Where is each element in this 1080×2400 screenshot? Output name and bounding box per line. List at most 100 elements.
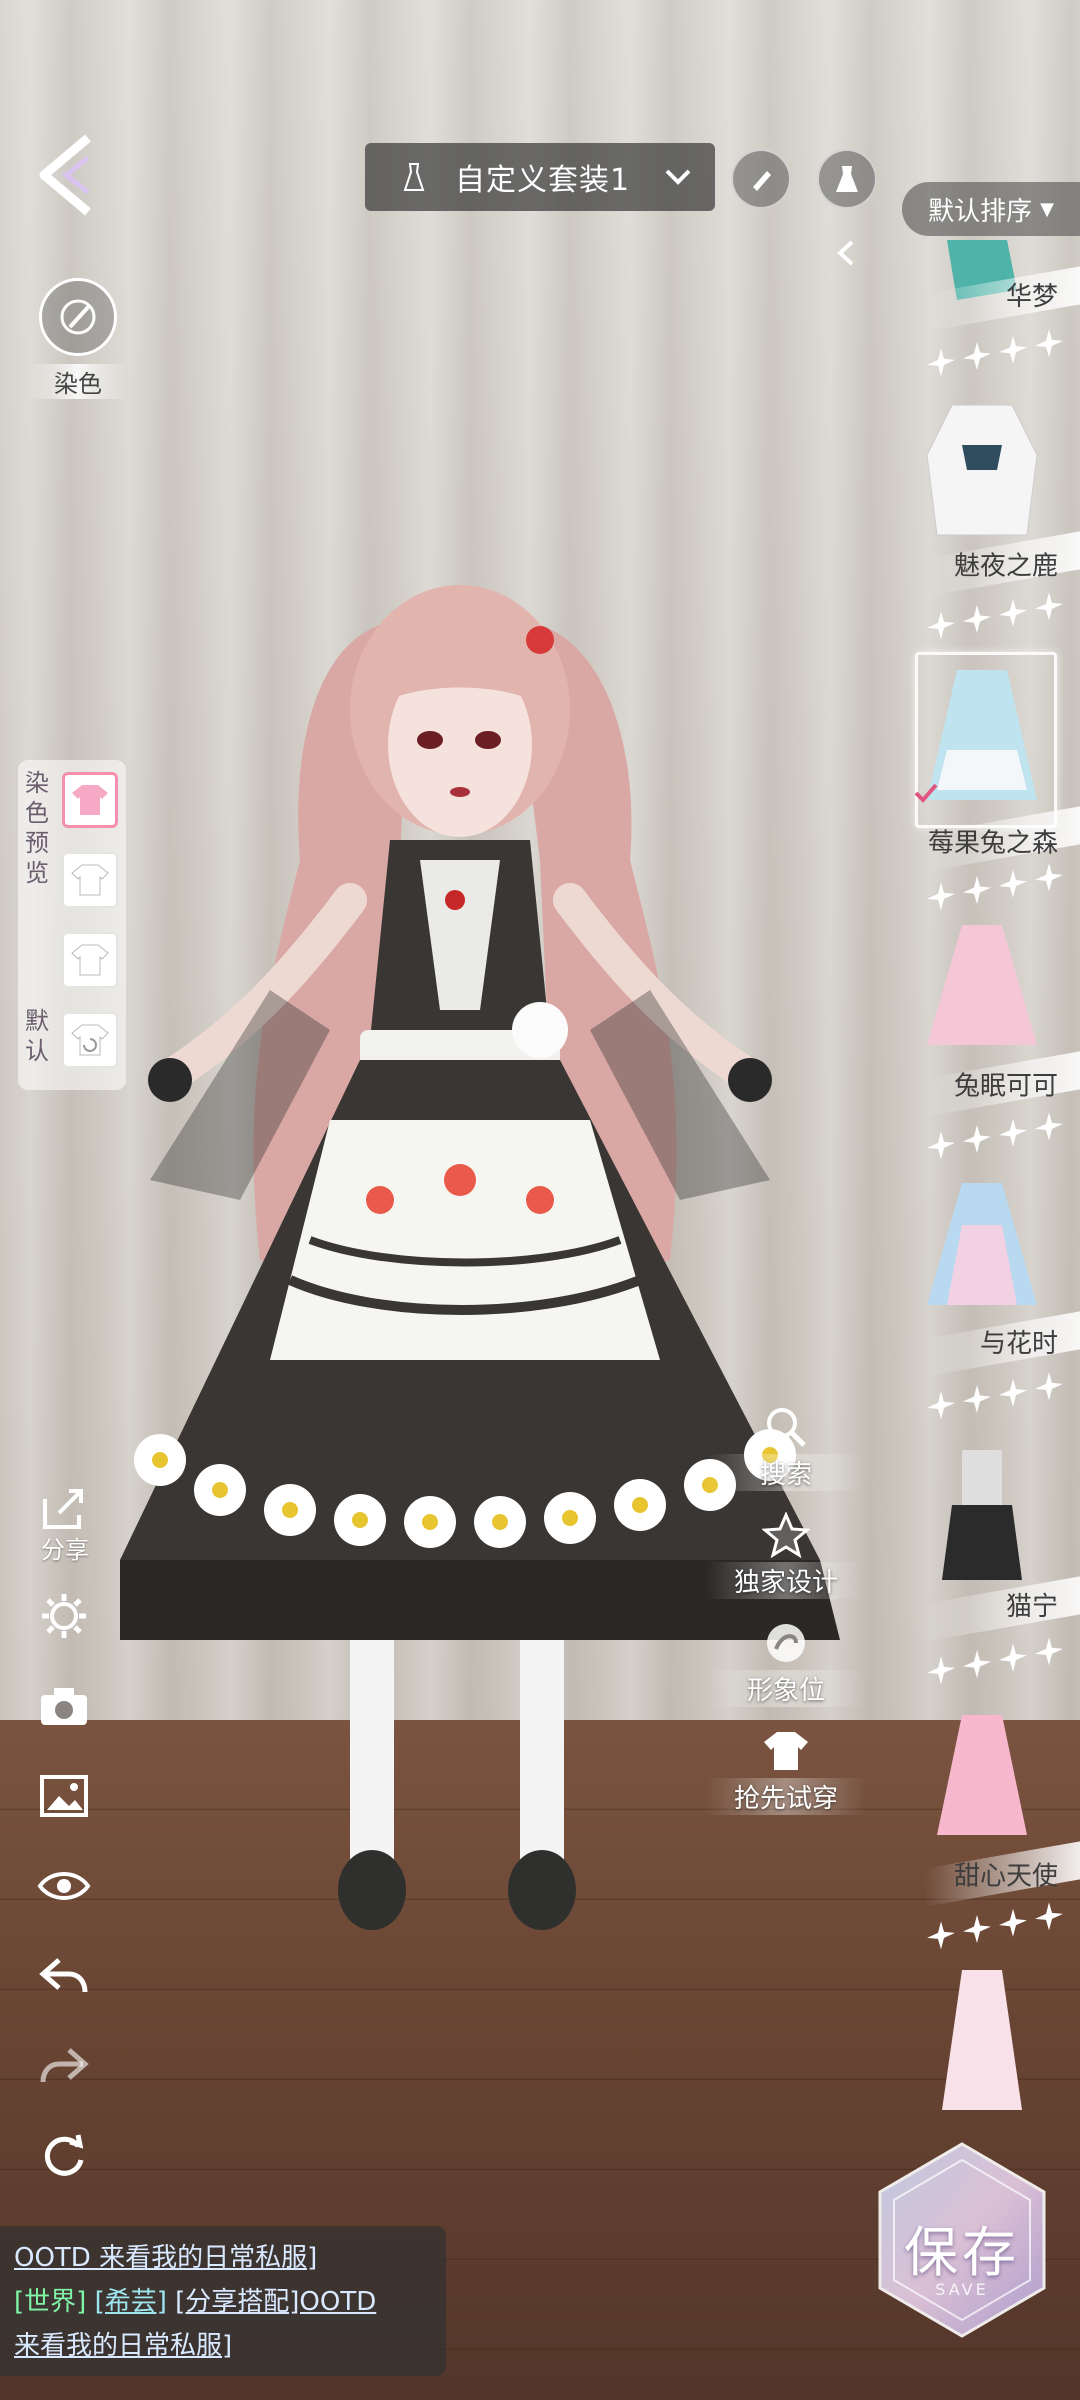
star-icon bbox=[999, 1118, 1027, 1147]
star-icon bbox=[999, 1378, 1027, 1407]
outfit-name: 自定义套装1 bbox=[455, 163, 631, 198]
shirt-icon bbox=[71, 864, 109, 896]
dress-icon bbox=[836, 166, 858, 192]
star-icon bbox=[927, 1656, 955, 1685]
star-icon bbox=[927, 1921, 955, 1950]
image-icon bbox=[40, 1775, 88, 1817]
undo-button[interactable] bbox=[34, 1946, 94, 2006]
swirl-icon bbox=[767, 1624, 805, 1662]
chat-line-1: OOTD 来看我的日常私服] bbox=[14, 2236, 432, 2280]
star-icon bbox=[999, 335, 1027, 364]
share-button[interactable] bbox=[34, 1478, 94, 1538]
settings-button[interactable] bbox=[34, 1586, 94, 1646]
star-icon bbox=[762, 1512, 810, 1558]
collapse-arrow-icon[interactable] bbox=[830, 236, 864, 270]
item-rarity-stars bbox=[925, 1106, 1075, 1168]
search-button[interactable]: 搜索 bbox=[706, 1400, 866, 1491]
edit-pen-button[interactable] bbox=[731, 149, 791, 209]
chat-box[interactable]: OOTD 来看我的日常私服] [世界] [希芸] [分享搭配]OOTD 来看我的… bbox=[0, 2226, 446, 2376]
item-rarity-stars bbox=[925, 586, 1075, 648]
redo-icon bbox=[40, 2048, 89, 2083]
back-arrow-icon[interactable] bbox=[30, 130, 110, 220]
item-card-5[interactable]: 与花时 bbox=[905, 1175, 1080, 1420]
outfit-selector[interactable]: 自定义套装1 bbox=[365, 143, 715, 211]
gear-icon bbox=[42, 1594, 86, 1638]
item-rarity-stars bbox=[925, 1896, 1075, 1958]
undo-icon bbox=[39, 1958, 88, 1993]
chat-share-link[interactable]: [分享搭配]OOTD bbox=[175, 2287, 376, 2317]
chat-username[interactable]: [希芸] bbox=[95, 2287, 167, 2317]
early-try-on-button[interactable]: 抢先试穿 bbox=[706, 1724, 866, 1815]
star-icon bbox=[963, 342, 991, 371]
wardrobe-button[interactable] bbox=[817, 149, 877, 209]
dye-reset-swatch[interactable] bbox=[62, 1012, 118, 1068]
item-thumbnail bbox=[937, 1715, 1027, 1835]
default-label: 默认 bbox=[25, 1007, 49, 1065]
star-icon bbox=[999, 1643, 1027, 1672]
redo-button[interactable] bbox=[34, 2036, 94, 2096]
shirt-icon bbox=[72, 785, 108, 815]
chat-line-2: [世界] [希芸] [分享搭配]OOTD bbox=[14, 2280, 432, 2324]
item-rarity-stars bbox=[925, 1366, 1075, 1428]
item-card-4[interactable]: 兔眠可可 bbox=[905, 915, 1080, 1160]
star-icon bbox=[963, 1915, 991, 1944]
chat-message-link[interactable]: OOTD 来看我的日常私服] bbox=[14, 2243, 317, 2273]
shirt-icon bbox=[71, 944, 109, 976]
search-icon bbox=[767, 1408, 806, 1447]
item-thumbnail bbox=[942, 1450, 1022, 1580]
item-thumbnail bbox=[927, 925, 1037, 1045]
gallery-button[interactable] bbox=[34, 1766, 94, 1826]
star-icon bbox=[999, 598, 1027, 627]
star-icon bbox=[1035, 1112, 1063, 1141]
star-icon bbox=[963, 605, 991, 634]
pen-icon bbox=[753, 171, 771, 191]
sort-dropdown[interactable]: 默认排序 ▼ bbox=[902, 182, 1080, 236]
dye-swatch-2[interactable] bbox=[62, 852, 118, 908]
star-icon bbox=[1035, 329, 1063, 358]
item-rarity-stars bbox=[925, 323, 1075, 385]
star-icon bbox=[963, 1650, 991, 1679]
chevron-down-icon bbox=[665, 169, 691, 185]
star-icon bbox=[1035, 1372, 1063, 1401]
star-icon bbox=[963, 876, 991, 905]
image-position-button[interactable]: 形象位 bbox=[706, 1616, 866, 1707]
search-label: 搜索 bbox=[706, 1454, 866, 1491]
sort-label: 默认排序 bbox=[928, 196, 1033, 227]
star-icon bbox=[963, 1385, 991, 1414]
dye-swatch-1[interactable] bbox=[62, 772, 118, 828]
item-thumbnail bbox=[926, 404, 1038, 536]
star-icon bbox=[927, 1131, 955, 1160]
star-icon bbox=[999, 1908, 1027, 1937]
exclusive-design-button[interactable]: 独家设计 bbox=[706, 1508, 866, 1599]
item-card-2[interactable]: 魅夜之鹿 bbox=[905, 395, 1080, 640]
item-card-6[interactable]: 猫宁 bbox=[905, 1440, 1080, 1685]
share-label: 分享 bbox=[41, 1536, 89, 1564]
reset-icon bbox=[44, 2134, 84, 2176]
dye-swatch-3[interactable] bbox=[62, 932, 118, 988]
reset-button[interactable] bbox=[34, 2126, 94, 2186]
chat-line-3: 来看我的日常私服] bbox=[14, 2324, 432, 2368]
star-icon bbox=[927, 611, 955, 640]
star-icon bbox=[1035, 863, 1063, 892]
dye-preview-panel: 染色预览 默认 bbox=[18, 760, 126, 1090]
view-toggle-button[interactable] bbox=[34, 1856, 94, 1916]
save-label: 保存 bbox=[904, 2221, 1020, 2284]
camera-icon bbox=[41, 1688, 87, 1725]
dye-button[interactable]: 染色 bbox=[28, 278, 128, 408]
save-button[interactable]: 保存 SAVE bbox=[872, 2140, 1052, 2340]
image-position-label: 形象位 bbox=[706, 1670, 866, 1707]
shirt-icon bbox=[764, 1732, 808, 1770]
chat-channel-tag: [世界] bbox=[14, 2287, 87, 2317]
item-card-3-selected[interactable]: 莓果兔之森 bbox=[905, 652, 1080, 911]
item-card-7[interactable]: 甜心天使 bbox=[905, 1705, 1080, 1950]
exclusive-design-label: 独家设计 bbox=[706, 1562, 866, 1599]
share-icon bbox=[43, 1489, 83, 1529]
star-icon bbox=[1035, 592, 1063, 621]
item-card-8[interactable] bbox=[905, 1960, 1080, 2130]
dye-brush-icon bbox=[39, 278, 117, 356]
checkmark-icon bbox=[914, 783, 938, 803]
camera-button[interactable] bbox=[34, 1676, 94, 1736]
item-card-1[interactable]: 华梦 bbox=[905, 240, 1080, 390]
chat-message-continued[interactable]: 来看我的日常私服] bbox=[14, 2331, 232, 2361]
dye-label: 染色 bbox=[28, 364, 128, 399]
